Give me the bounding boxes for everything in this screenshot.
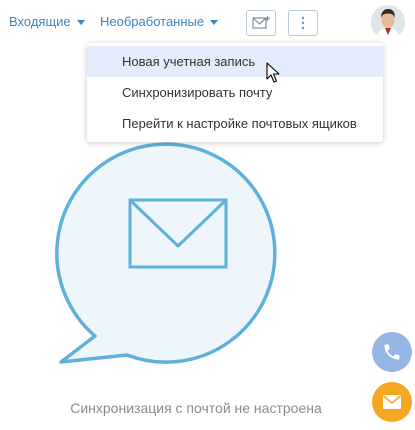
menu-item-new-account[interactable]: Новая учетная запись [87,46,383,77]
menu-item-mailbox-settings[interactable]: Перейти к настройке почтовых ящиков [87,108,383,139]
actions-dropdown-menu: Новая учетная запись Синхронизировать по… [87,43,383,142]
email-fab-button[interactable] [372,382,412,422]
menu-item-sync-mail[interactable]: Синхронизировать почту [87,77,383,108]
empty-state-message: Синхронизация с почтой не настроена [70,400,322,416]
mouse-cursor-icon [266,62,280,83]
email-icon [382,395,402,409]
phone-icon [384,344,400,360]
phone-fab-button[interactable] [372,332,412,372]
